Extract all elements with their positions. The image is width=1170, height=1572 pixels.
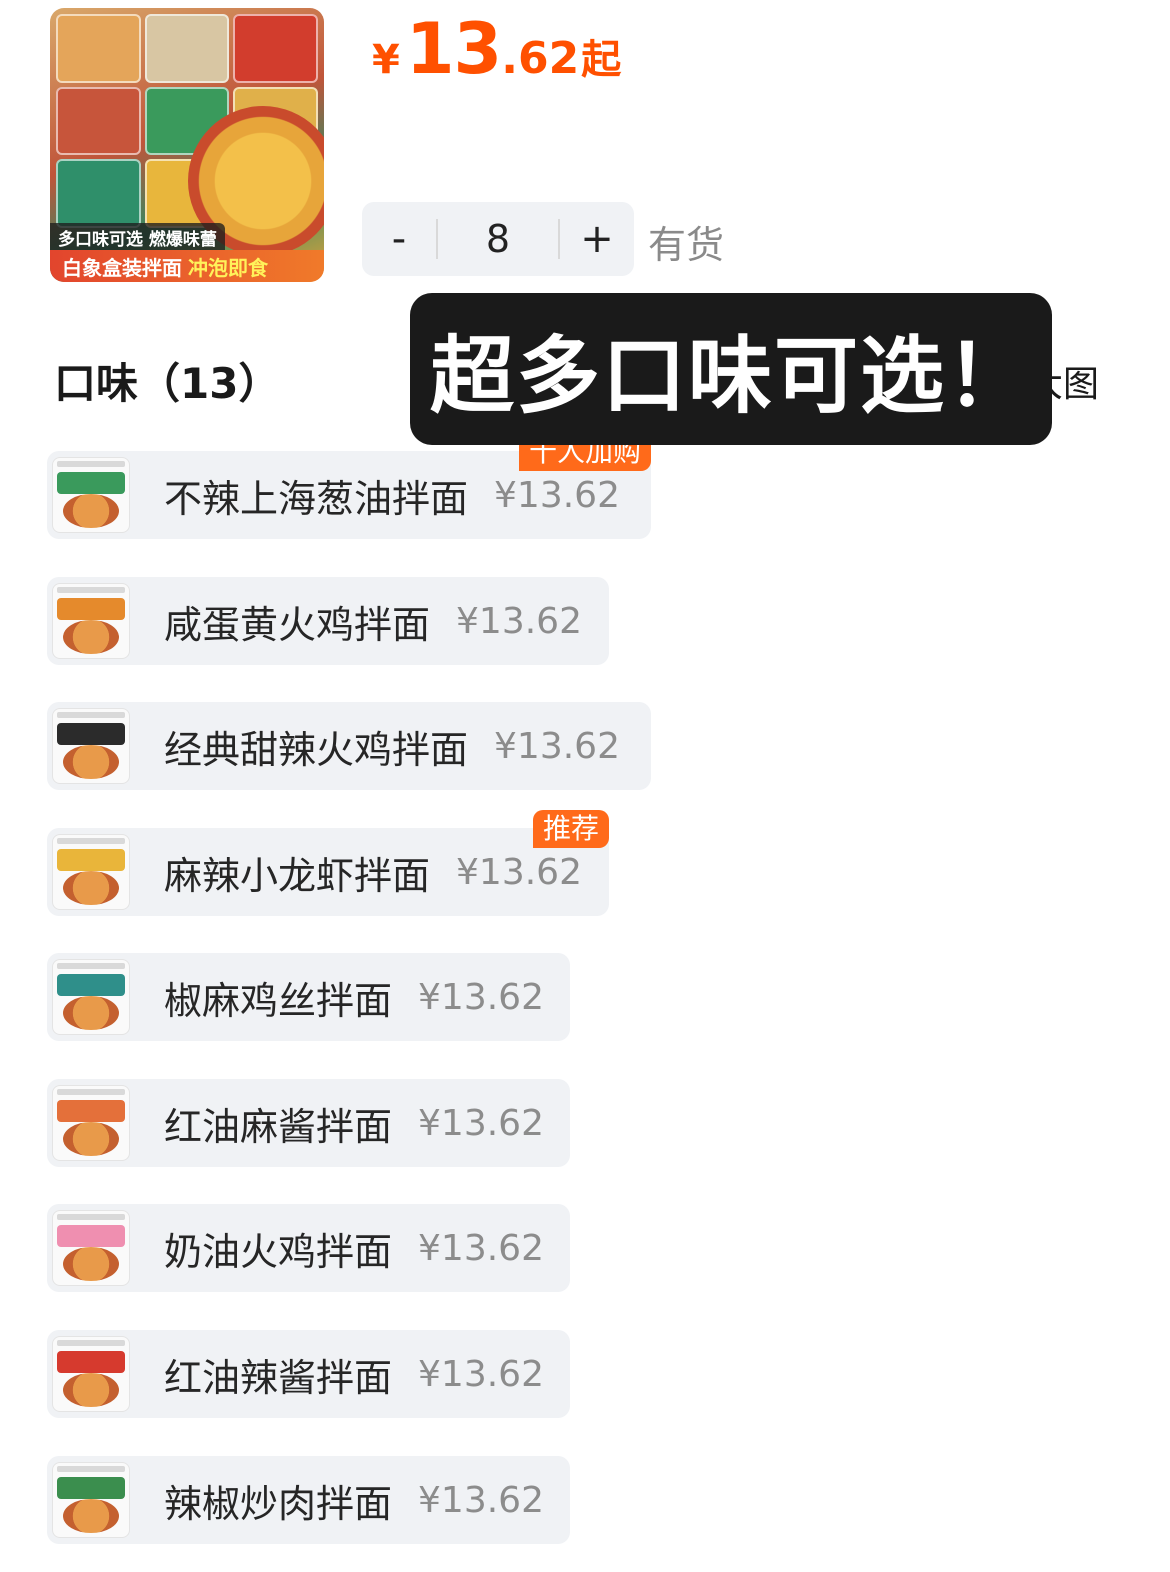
decrement-button[interactable]: - [362, 202, 436, 276]
flavor-thumbnail [52, 583, 130, 659]
flavor-option[interactable]: 红油辣酱拌面 ¥13.62 [47, 1330, 570, 1418]
product-image-banner-highlight: 冲泡即食 [188, 255, 268, 280]
flavor-option[interactable]: 麻辣小龙虾拌面 ¥13.62 推荐 [47, 810, 609, 916]
flavor-name: 麻辣小龙虾拌面 [164, 853, 431, 898]
flavor-price: ¥13.62 [418, 1353, 544, 1395]
product-image[interactable]: 多口味可选 燃爆味蕾 白象盒装拌面 冲泡即食 [50, 8, 324, 282]
overlay-caption: 超多口味可选！ [410, 293, 1052, 445]
price-currency: ¥ [372, 37, 400, 83]
flavor-name: 椒麻鸡丝拌面 [164, 978, 393, 1023]
stock-status: 有货 [648, 223, 725, 267]
flavor-price: ¥13.62 [418, 976, 544, 1018]
price-integer: 13 [405, 8, 502, 90]
flavor-option[interactable]: 不辣上海葱油拌面 ¥13.62 十人加购 [47, 433, 651, 539]
price-suffix: 起 [581, 37, 622, 83]
flavor-name: 奶油火鸡拌面 [164, 1229, 393, 1274]
flavor-name: 红油麻酱拌面 [164, 1104, 393, 1149]
flavor-name: 红油辣酱拌面 [164, 1355, 393, 1400]
flavor-price: ¥13.62 [418, 1102, 544, 1144]
price-decimal: .62 [501, 33, 580, 84]
flavor-thumbnail [52, 708, 130, 784]
flavor-thumbnail [52, 1085, 130, 1161]
flavor-thumbnail [52, 457, 130, 533]
flavor-name: 不辣上海葱油拌面 [164, 476, 469, 521]
flavor-price: ¥13.62 [418, 1227, 544, 1269]
flavor-option[interactable]: 奶油火鸡拌面 ¥13.62 [47, 1204, 570, 1292]
flavor-price: ¥13.62 [494, 725, 620, 767]
product-image-banner-main: 白象盒装拌面 [62, 255, 182, 280]
flavor-option[interactable]: 经典甜辣火鸡拌面 ¥13.62 [47, 702, 651, 790]
price-display: ¥ 13 .62 起 [372, 8, 621, 90]
flavor-name: 咸蛋黄火鸡拌面 [164, 602, 431, 647]
flavor-option[interactable]: 红油麻酱拌面 ¥13.62 [47, 1079, 570, 1167]
increment-button[interactable]: + [560, 202, 634, 276]
flavor-option[interactable]: 辣椒炒肉拌面 ¥13.62 [47, 1456, 570, 1544]
flavor-thumbnail [52, 1462, 130, 1538]
flavor-price: ¥13.62 [456, 600, 582, 642]
product-image-banner: 白象盒装拌面 冲泡即食 [50, 250, 324, 282]
product-image-tagline: 多口味可选 燃爆味蕾 [50, 223, 225, 252]
flavor-option[interactable]: 咸蛋黄火鸡拌面 ¥13.62 [47, 577, 609, 665]
flavor-thumbnail [52, 959, 130, 1035]
quantity-value[interactable]: 8 [438, 217, 558, 261]
flavor-thumbnail [52, 1210, 130, 1286]
flavor-price: ¥13.62 [418, 1479, 544, 1521]
quantity-stepper: - 8 + [362, 202, 634, 276]
flavor-price: ¥13.62 [456, 851, 582, 893]
flavor-section-title: 口味（13） [54, 359, 281, 408]
flavor-price: ¥13.62 [494, 474, 620, 516]
flavor-name: 经典甜辣火鸡拌面 [164, 727, 469, 772]
flavor-thumbnail [52, 834, 130, 910]
flavor-option[interactable]: 椒麻鸡丝拌面 ¥13.62 [47, 953, 570, 1041]
flavor-thumbnail [52, 1336, 130, 1412]
flavor-badge: 推荐 [532, 810, 609, 848]
flavor-name: 辣椒炒肉拌面 [164, 1481, 393, 1526]
